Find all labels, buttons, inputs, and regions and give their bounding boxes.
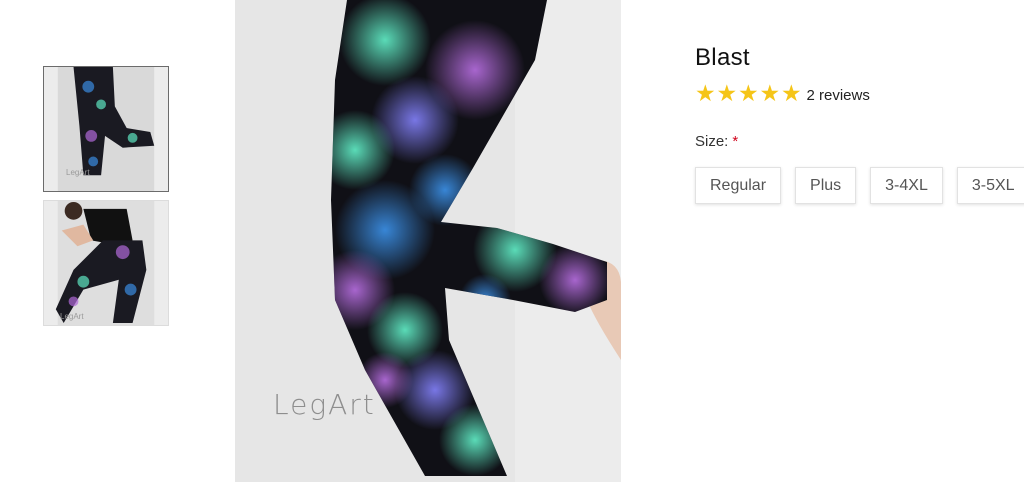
thumbnail-2[interactable]: LegArt bbox=[43, 200, 169, 326]
star-icon: ★ bbox=[759, 80, 781, 106]
star-icon: ★ bbox=[738, 80, 759, 106]
size-label: Size: * bbox=[695, 133, 1024, 150]
thumbnail-1-watermark: LegArt bbox=[66, 168, 90, 177]
size-option-3-5xl[interactable]: 3-5XL bbox=[956, 167, 1024, 204]
thumbnail-list: LegArt LegArt bbox=[43, 66, 169, 334]
size-label-text: Size: bbox=[695, 133, 729, 150]
size-option-plus[interactable]: Plus bbox=[795, 167, 857, 204]
size-options: Regular Plus 3-4XL 3-5XL bbox=[695, 167, 1024, 204]
star-icon: ★ bbox=[716, 80, 738, 106]
product-info: Blast ★ ★ ★ ★ ★ 2 reviews Size: * Regular… bbox=[695, 44, 1024, 204]
image-watermark: LegArt bbox=[273, 388, 376, 421]
main-product-image[interactable]: LegArt bbox=[235, 0, 621, 482]
product-title: Blast bbox=[695, 44, 750, 71]
star-icon: ★ bbox=[781, 80, 802, 106]
rating: ★ ★ ★ ★ ★ 2 reviews bbox=[695, 82, 1024, 105]
thumbnail-2-watermark: LegArt bbox=[60, 312, 84, 321]
size-option-3-4xl[interactable]: 3-4XL bbox=[870, 167, 943, 204]
required-marker: * bbox=[732, 133, 739, 150]
product-page: LegArt LegArt LegArt Blast ★ ★ ★ ★ ★ 2 r… bbox=[0, 0, 1024, 495]
size-option-regular[interactable]: Regular bbox=[695, 167, 782, 204]
thumbnail-1-image bbox=[44, 67, 168, 191]
thumbnail-1[interactable]: LegArt bbox=[43, 66, 169, 192]
star-rating: ★ ★ ★ ★ ★ bbox=[695, 82, 803, 105]
star-icon: ★ bbox=[695, 80, 716, 106]
thumbnail-2-image bbox=[44, 201, 168, 325]
reviews-link[interactable]: 2 reviews bbox=[807, 87, 870, 104]
